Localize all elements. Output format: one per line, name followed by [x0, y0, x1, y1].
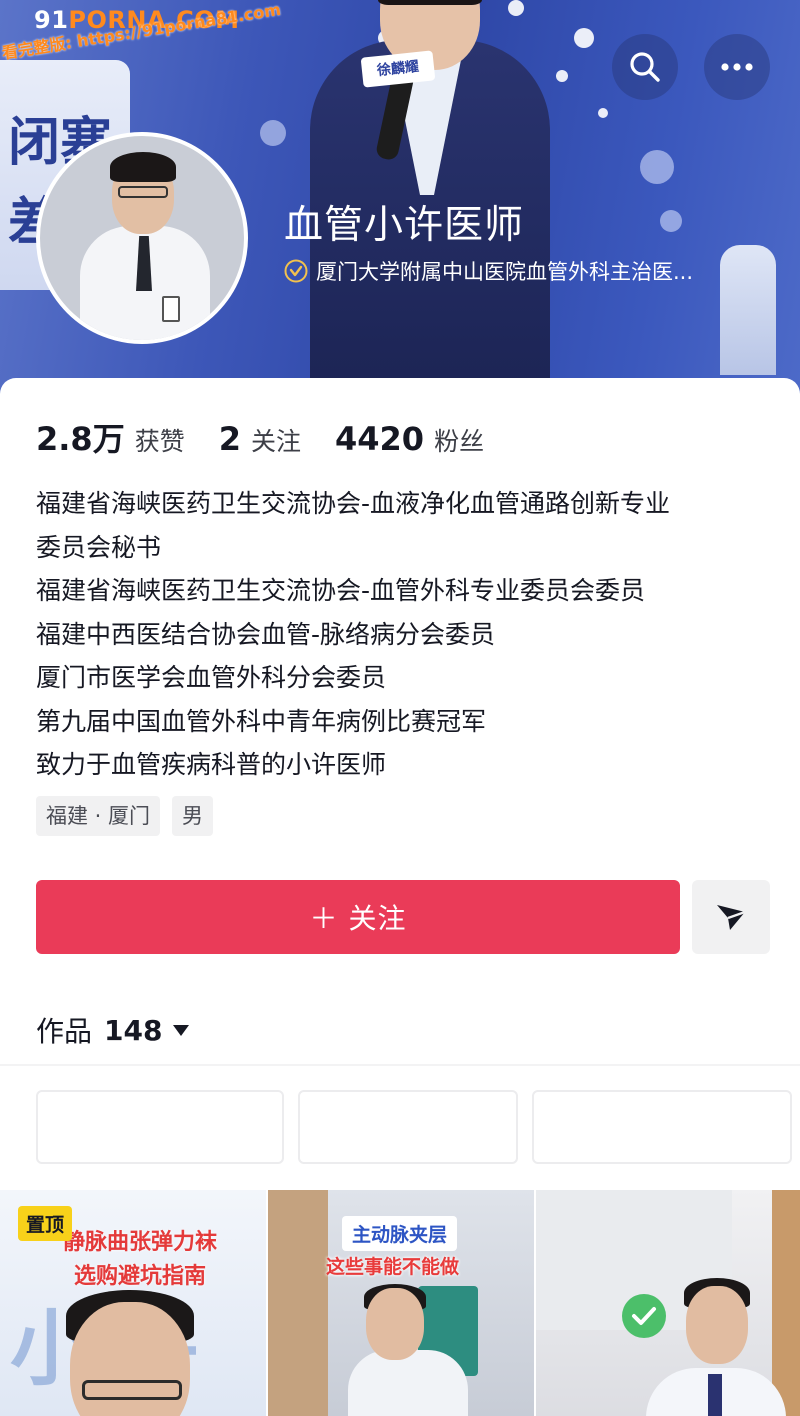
bio-line: 第九届中国血管外科中青年病例比赛冠军 — [36, 706, 487, 736]
avatar[interactable] — [36, 132, 248, 344]
stage-light — [260, 120, 286, 146]
divider — [0, 1064, 800, 1066]
check-icon — [622, 1294, 666, 1338]
caret-down-icon — [173, 1025, 190, 1036]
bio-line: 福建中西医结合协会血管-脉络病分会委员 — [36, 619, 496, 649]
bio-line: 致力于血管疾病科普的小许医师 — [36, 750, 387, 779]
verification-text: 厦门大学附属中山医院血管外科主治医... — [316, 260, 694, 284]
video-thumbnail[interactable]: 小许 静脉曲张弹力袜 选购避坑指南 置顶 — [0, 1190, 266, 1416]
verified-badge-icon — [284, 259, 308, 283]
share-button[interactable] — [692, 880, 770, 954]
video-grid: 小许 静脉曲张弹力袜 选购避坑指南 置顶 主动脉夹层 这些事能不能做 — [0, 1190, 800, 1416]
video-title: 主动脉夹层 — [342, 1216, 458, 1251]
filter-chip[interactable] — [298, 1090, 518, 1164]
stage-light — [508, 0, 524, 16]
profile-tags: 福建 · 厦门 男 — [36, 796, 225, 836]
more-icon — [721, 63, 753, 71]
follow-button[interactable]: ＋ 关注 — [36, 880, 680, 954]
stage-light — [598, 108, 608, 118]
bio-line: 厦门市医学会血管外科分会委员 — [36, 663, 387, 692]
works-tab[interactable]: 作品 148 — [36, 1010, 190, 1050]
send-icon — [717, 905, 746, 930]
stats-row: 2.8万 获赞 2 关注 4420 粉丝 — [36, 414, 518, 460]
video-thumbnail[interactable]: 主动脉夹层 这些事能不能做 — [268, 1190, 534, 1416]
stage-light — [556, 70, 568, 82]
video-thumbnail[interactable] — [536, 1190, 800, 1416]
watermark: 91PORNA.COM 看完整版: https://91porna81.com — [0, 0, 283, 63]
stat-following[interactable]: 2 关注 — [219, 420, 301, 458]
bio-line: 福建省海峡医药卫生交流协会-血液净化血管通路创新专业 — [36, 489, 671, 518]
bio-line: 委员会秘书 — [36, 532, 162, 562]
stage-light — [574, 28, 594, 48]
search-button[interactable] — [612, 34, 678, 100]
stage-light — [640, 150, 674, 184]
stat-likes[interactable]: 2.8万 获赞 — [36, 414, 185, 460]
bio: 福建省海峡医药卫生交流协会-血液净化血管通路创新专业 委员会秘书 福建省海峡医药… — [36, 482, 776, 787]
gender-tag: 男 — [172, 796, 214, 836]
profile-name: 血管小许医师 — [284, 203, 525, 248]
location-tag: 福建 · 厦门 — [36, 796, 161, 836]
filter-chip[interactable] — [532, 1090, 792, 1164]
stat-followers[interactable]: 4420 粉丝 — [335, 420, 484, 458]
filter-chip[interactable] — [36, 1090, 284, 1164]
search-icon — [630, 52, 660, 82]
stage-light — [660, 210, 682, 232]
pinned-badge: 置顶 — [18, 1206, 73, 1241]
bio-line: 福建省海峡医药卫生交流协会-血管外科专业委员会委员 — [36, 576, 646, 605]
profile-card: 2.8万 获赞 2 关注 4420 粉丝 福建省海峡医药卫生交流协会-血液净化血… — [0, 378, 800, 1416]
works-count: 148 — [104, 1013, 163, 1047]
video-subtitle: 这些事能不能做 — [326, 1256, 460, 1278]
more-button[interactable] — [704, 34, 770, 100]
filter-row — [36, 1090, 792, 1164]
verification-row[interactable]: 厦门大学附属中山医院血管外科主治医... — [284, 256, 784, 286]
